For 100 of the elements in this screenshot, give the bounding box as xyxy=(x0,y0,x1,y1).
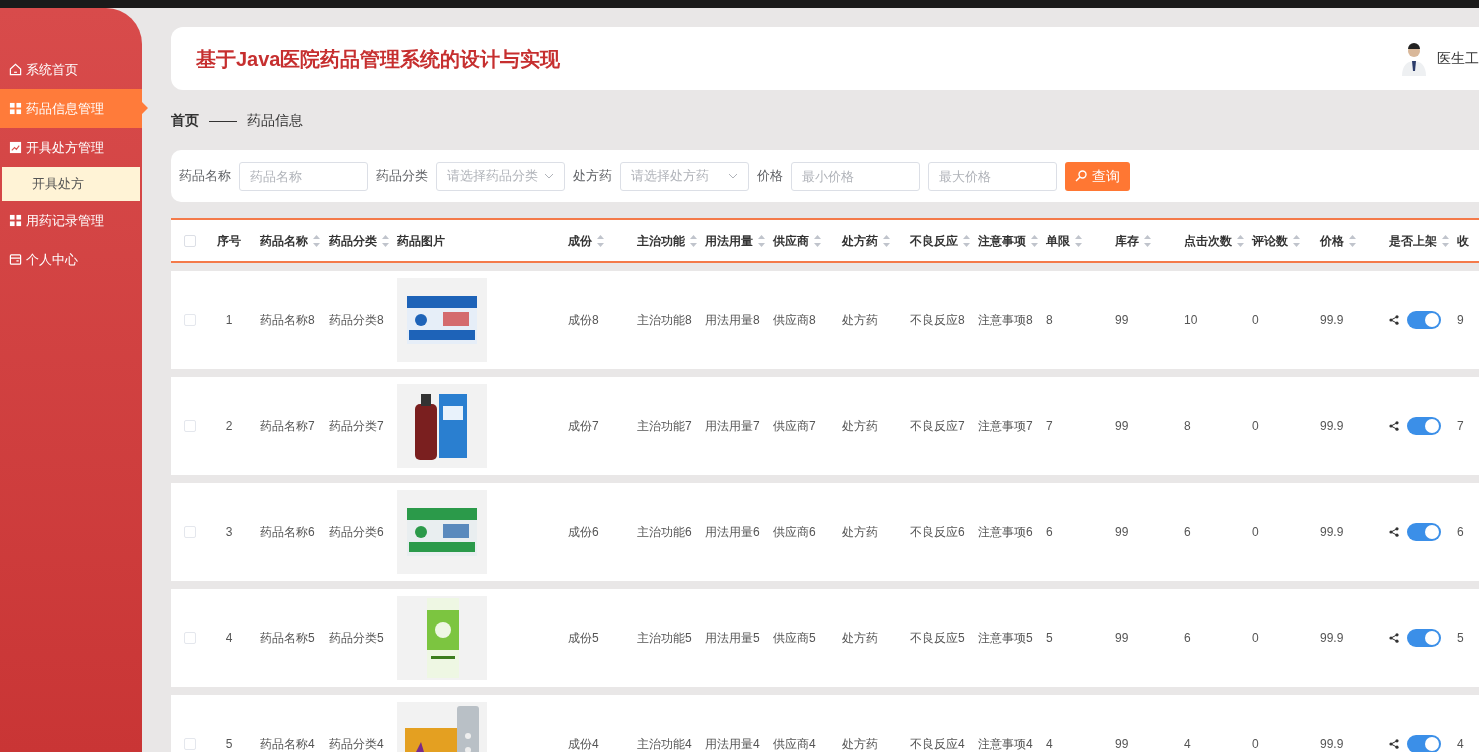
sort-icon xyxy=(814,234,821,247)
table-cell-text: 6 xyxy=(1184,630,1191,647)
table-cell-text: 99 xyxy=(1115,736,1129,752)
table-cell-text: 99.9 xyxy=(1320,630,1344,647)
table-cell-text: 99 xyxy=(1115,312,1129,329)
field-label: 价格 xyxy=(757,167,783,186)
table-cell-text: 3 xyxy=(225,524,233,541)
table-cell-text: 2 xyxy=(225,418,233,435)
chart-icon xyxy=(9,141,22,154)
sort-icon xyxy=(1293,234,1300,247)
table-cell-text: 不良反应8 xyxy=(910,312,965,329)
table-cell-text: 注意事项7 xyxy=(978,418,1033,435)
sidebar-item[interactable]: 用药记录管理 xyxy=(0,201,142,240)
user-name: 医生工 xyxy=(1437,49,1479,68)
table-cell-text: 8 xyxy=(1184,418,1191,435)
share-icon[interactable] xyxy=(1389,421,1399,431)
sort-icon xyxy=(1144,234,1151,247)
column-header: 序号 xyxy=(217,232,241,250)
sort-icon xyxy=(1442,234,1449,247)
column-header[interactable]: 成份 xyxy=(568,231,604,250)
sidebar-subitem[interactable]: 开具处方 xyxy=(2,167,140,201)
table-cell-text: 5 xyxy=(225,736,233,752)
column-header[interactable]: 主治功能 xyxy=(637,231,697,250)
table-cell-text: 99.9 xyxy=(1320,312,1344,329)
table-cell-text: 6 xyxy=(1184,524,1191,541)
table-cell-text: 1 xyxy=(225,312,233,329)
table-cell-text: 注意事项6 xyxy=(978,524,1033,541)
column-header[interactable]: 供应商 xyxy=(773,231,821,250)
toggle-switch[interactable] xyxy=(1407,735,1441,752)
sort-icon xyxy=(1075,234,1082,247)
table-cell-text: 不良反应7 xyxy=(910,418,965,435)
checkbox[interactable] xyxy=(183,234,196,247)
checkbox[interactable] xyxy=(183,420,196,432)
table-cell-text: 5 xyxy=(1457,630,1464,647)
table-cell-text: 不良反应6 xyxy=(910,524,965,541)
sort-icon xyxy=(313,234,320,247)
table-cell-text: 7 xyxy=(1046,418,1053,435)
home-icon xyxy=(9,63,22,76)
share-icon[interactable] xyxy=(1389,315,1399,325)
sort-icon xyxy=(690,234,697,247)
table-cell-text: 不良反应5 xyxy=(910,630,965,647)
table-cell-text: 主治功能7 xyxy=(637,418,692,435)
column-header[interactable]: 是否上架 xyxy=(1389,231,1449,250)
sidebar-item[interactable]: 系统首页 xyxy=(0,50,142,89)
sidebar-item[interactable]: 个人中心 xyxy=(0,240,142,279)
column-header[interactable]: 药品分类 xyxy=(329,231,389,250)
toggle-switch[interactable] xyxy=(1407,629,1441,647)
table-cell-text: 成份4 xyxy=(568,736,599,752)
input-field[interactable]: 最大价格 xyxy=(928,161,1057,191)
toggle-switch[interactable] xyxy=(1407,311,1441,329)
checkbox[interactable] xyxy=(183,738,196,750)
table-cell-text: 药品名称8 xyxy=(260,312,315,329)
table-cell-text: 成份6 xyxy=(568,524,599,541)
table-cell-text: 处方药 xyxy=(842,630,878,647)
column-header[interactable]: 不良反应 xyxy=(910,231,970,250)
table-cell-text: 0 xyxy=(1252,736,1259,752)
column-header: 收 xyxy=(1457,232,1469,250)
column-header[interactable]: 库存 xyxy=(1115,231,1151,250)
column-header[interactable]: 点击次数 xyxy=(1184,231,1244,250)
table-cell-text: 供应商5 xyxy=(773,630,816,647)
checkbox[interactable] xyxy=(183,632,196,644)
checkbox[interactable] xyxy=(183,314,196,326)
table-cell-text: 处方药 xyxy=(842,736,878,752)
table-cell-text: 药品名称5 xyxy=(260,630,315,647)
breadcrumb-link[interactable]: 首页 xyxy=(171,109,199,131)
column-header[interactable]: 注意事项 xyxy=(978,231,1038,250)
sort-icon xyxy=(883,234,890,247)
table-cell-text: 0 xyxy=(1252,418,1259,435)
column-header[interactable]: 处方药 xyxy=(842,231,890,250)
table-cell-text: 供应商6 xyxy=(773,524,816,541)
table-cell-text: 药品名称6 xyxy=(260,524,315,541)
toggle-switch[interactable] xyxy=(1407,417,1441,435)
toggle-switch[interactable] xyxy=(1407,523,1441,541)
share-icon[interactable] xyxy=(1389,527,1399,537)
column-header[interactable]: 药品名称 xyxy=(260,231,320,250)
sort-icon xyxy=(1031,234,1038,247)
table-cell-text: 99.9 xyxy=(1320,524,1344,541)
table-cell-text: 5 xyxy=(1046,630,1053,647)
table-cell-text: 注意事项4 xyxy=(978,736,1033,752)
table-cell-text: 不良反应4 xyxy=(910,736,965,752)
sidebar-item[interactable]: 开具处方管理 xyxy=(0,128,142,167)
breadcrumb-separator: —— xyxy=(209,110,237,130)
share-icon[interactable] xyxy=(1389,739,1399,749)
checkbox[interactable] xyxy=(183,526,196,538)
table-cell-text: 6 xyxy=(1457,524,1464,541)
table-cell-text: 处方药 xyxy=(842,312,878,329)
column-header[interactable]: 单限 xyxy=(1046,231,1082,250)
column-header[interactable]: 价格 xyxy=(1320,231,1356,250)
input-field[interactable]: 最小价格 xyxy=(791,161,920,191)
table-cell-text: 用法用量6 xyxy=(705,524,760,541)
table-cell-text: 99.9 xyxy=(1320,418,1344,435)
column-header[interactable]: 用法用量 xyxy=(705,231,765,250)
table-cell-text: 成份5 xyxy=(568,630,599,647)
input-field[interactable]: 药品名称 xyxy=(239,161,368,191)
column-header[interactable]: 评论数 xyxy=(1252,231,1300,250)
table-cell-text: 主治功能5 xyxy=(637,630,692,647)
table-cell-text: 99.9 xyxy=(1320,736,1344,752)
share-icon[interactable] xyxy=(1389,633,1399,643)
breadcrumb-current: 药品信息 xyxy=(247,110,303,130)
table-cell-text: 10 xyxy=(1184,312,1198,329)
